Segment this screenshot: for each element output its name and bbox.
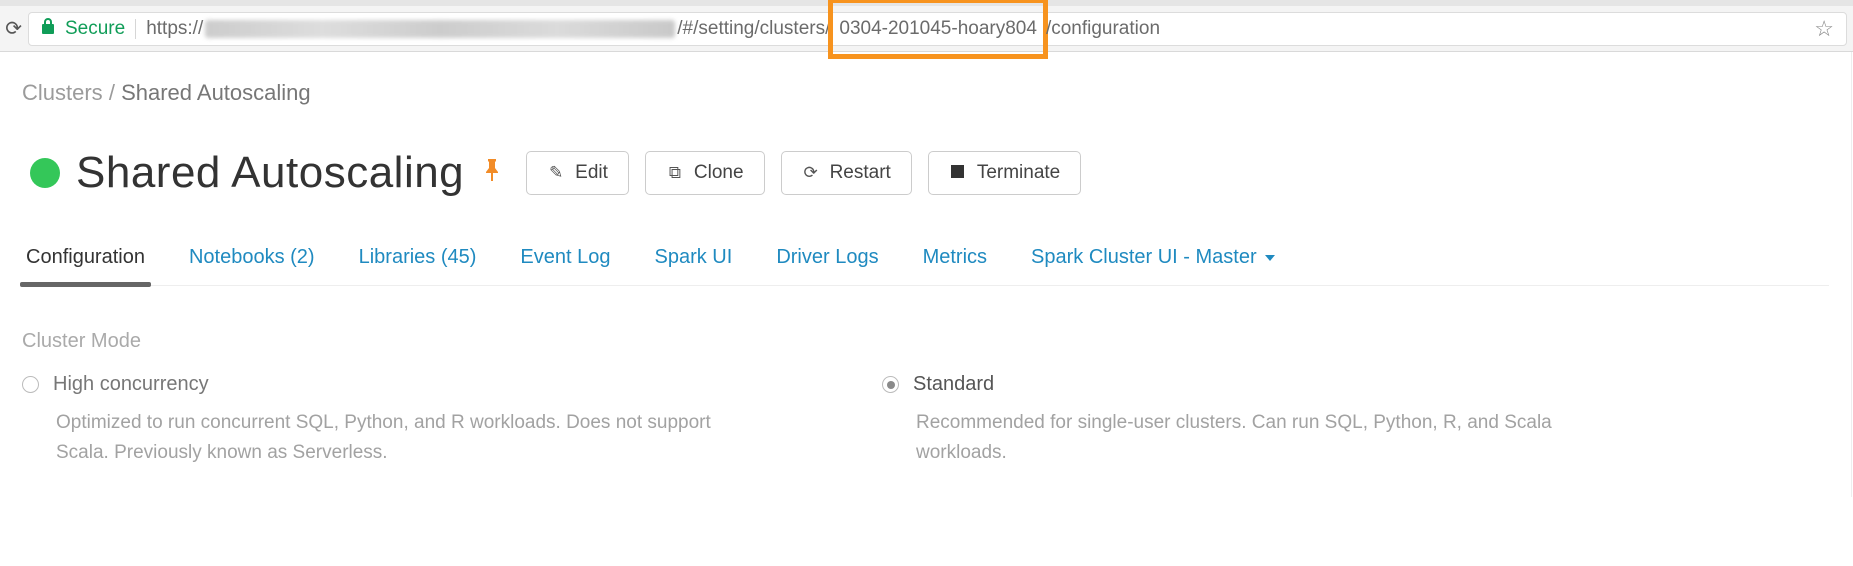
status-indicator-running [30,158,60,188]
browser-address-bar: ⟳ Secure https:// /#/setting/clusters/ 0… [0,0,1853,52]
page-content: Clusters / Shared Autoscaling Shared Aut… [0,52,1852,497]
tab-spark-cluster-ui-master[interactable]: Spark Cluster UI - Master [1029,240,1277,285]
edit-button[interactable]: ✎ Edit [526,151,629,195]
breadcrumb: Clusters / Shared Autoscaling [22,80,1829,106]
cluster-mode-options: High concurrency Optimized to run concur… [22,373,1829,469]
tab-spark-ui[interactable]: Spark UI [653,240,735,285]
radio-high-concurrency[interactable] [22,376,39,393]
url-field[interactable]: Secure https:// /#/setting/clusters/ 030… [28,12,1847,46]
clone-button[interactable]: ⧉ Clone [645,151,765,195]
cluster-id-highlight: 0304-201045-hoary804 [828,0,1048,59]
radio-label-standard: Standard [913,373,994,396]
tab-configuration[interactable]: Configuration [24,240,147,285]
stop-icon [949,163,967,183]
radio-standard[interactable] [882,376,899,393]
refresh-icon[interactable]: ⟳ [0,16,22,41]
radio-label-high-concurrency: High concurrency [53,373,209,396]
blurred-domain [205,20,675,38]
lock-icon [41,18,55,39]
url-separator [135,19,136,39]
breadcrumb-root[interactable]: Clusters [22,80,103,105]
tab-libraries[interactable]: Libraries (45) [357,240,479,285]
section-label-cluster-mode: Cluster Mode [22,330,1829,353]
url-text: https:// /#/setting/clusters/ 0304-20104… [146,18,1160,40]
pencil-icon: ✎ [547,163,565,183]
pin-icon[interactable] [484,159,500,187]
tab-driver-logs[interactable]: Driver Logs [774,240,880,285]
mode-desc-high-concurrency: Optimized to run concurrent SQL, Python,… [22,408,742,469]
title-row: Shared Autoscaling ✎ Edit ⧉ Clone ⟳ Rest… [22,148,1829,198]
page-title: Shared Autoscaling [76,148,464,198]
restart-button[interactable]: ⟳ Restart [781,151,912,195]
tab-metrics[interactable]: Metrics [921,240,989,285]
terminate-button[interactable]: Terminate [928,151,1081,195]
mode-option-standard: Standard Recommended for single-user clu… [882,373,1602,469]
refresh-icon: ⟳ [802,163,820,183]
mode-desc-standard: Recommended for single-user clusters. Ca… [882,408,1602,469]
chevron-down-icon [1265,255,1275,261]
tabs: Configuration Notebooks (2) Libraries (4… [22,240,1829,286]
tab-event-log[interactable]: Event Log [518,240,612,285]
mode-option-high-concurrency: High concurrency Optimized to run concur… [22,373,742,469]
bookmark-star-icon[interactable]: ☆ [1814,16,1834,42]
tab-notebooks[interactable]: Notebooks (2) [187,240,317,285]
secure-label: Secure [65,18,125,40]
copy-icon: ⧉ [666,163,684,183]
breadcrumb-current: Shared Autoscaling [121,80,311,105]
